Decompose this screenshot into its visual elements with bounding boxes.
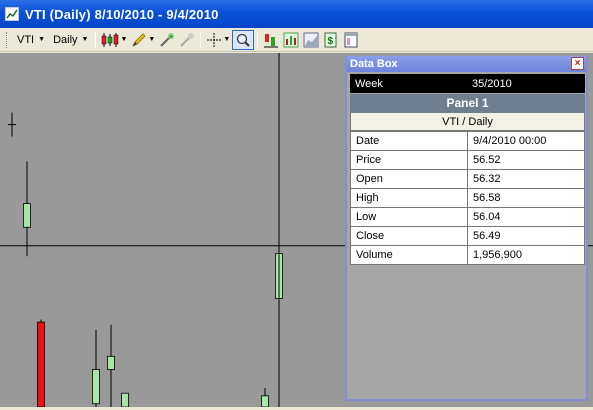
panel-layout-button[interactable] — [341, 30, 361, 50]
toolbar: VTI ▼ Daily ▼ ▼ ▼ + ▼ $ — [0, 28, 593, 52]
panel-layout-icon — [344, 32, 358, 47]
symbol-dropdown[interactable]: VTI ▼ — [13, 30, 49, 50]
field-value: 56.32 — [467, 169, 585, 189]
zoom-button[interactable] — [232, 29, 255, 50]
compare-button[interactable] — [261, 30, 281, 50]
candlestick-icon — [102, 32, 119, 47]
toolbar-separator — [95, 31, 97, 48]
field-label: Price — [350, 150, 468, 170]
table-row: Date 9/4/2010 00:00 — [350, 131, 585, 151]
week-label: Week — [355, 77, 383, 90]
panel-header: Panel 1 — [350, 94, 585, 113]
add-indicator-icon: + — [160, 32, 175, 47]
table-row: Close 56.49 — [350, 226, 585, 246]
chevron-down-icon: ▼ — [38, 36, 46, 43]
field-value: 56.04 — [467, 207, 585, 227]
table-row: Price 56.52 — [350, 150, 585, 170]
draw-tool-button[interactable]: ▼ — [129, 30, 157, 50]
chevron-down-icon: ▼ — [120, 36, 128, 43]
data-box-panel: Data Box × Week 35/2010 Panel 1 VTI / Da… — [345, 56, 588, 401]
table-row: Open 56.32 — [350, 169, 585, 189]
remove-indicator-button[interactable] — [177, 30, 197, 50]
chart-style-button[interactable]: ▼ — [99, 30, 129, 50]
toolbar-separator — [257, 31, 259, 48]
interval-dropdown[interactable]: Daily ▼ — [49, 30, 92, 50]
toolbar-grip[interactable] — [6, 31, 9, 48]
candle-body — [121, 392, 129, 408]
field-value: 1,956,900 — [467, 245, 585, 265]
remove-indicator-icon — [180, 32, 195, 47]
field-value: 56.52 — [467, 150, 585, 170]
svg-text:$: $ — [328, 36, 334, 47]
crosshair-icon — [207, 32, 222, 47]
area-chart-icon — [303, 32, 319, 47]
field-value: 56.49 — [467, 226, 585, 246]
field-label: Open — [350, 169, 468, 189]
candle-body — [23, 203, 31, 228]
chevron-down-icon: ▼ — [223, 36, 231, 43]
table-row: Low 56.04 — [350, 207, 585, 227]
table-row: Volume 1,956,900 — [350, 245, 585, 265]
data-box-content: Week 35/2010 Panel 1 VTI / Daily Date 9/4… — [350, 74, 585, 265]
field-value: 9/4/2010 00:00 — [467, 131, 585, 151]
title-bar: VTI (Daily) 8/10/2010 - 9/4/2010 — [0, 0, 593, 28]
field-label: Date — [350, 131, 468, 151]
candle-body — [261, 395, 269, 408]
chevron-down-icon: ▼ — [81, 36, 89, 43]
candle-body — [92, 369, 100, 405]
compare-icon — [264, 33, 279, 47]
add-indicator-button[interactable]: + — [157, 30, 177, 50]
zoom-icon — [237, 33, 250, 47]
bar-chart-button[interactable] — [281, 30, 301, 50]
data-box-title: Data Box — [350, 58, 398, 70]
data-box-titlebar[interactable]: Data Box × — [347, 56, 586, 72]
table-row: High 56.58 — [350, 188, 585, 208]
field-label: Volume — [350, 245, 468, 265]
symbol-header: VTI / Daily — [350, 113, 585, 131]
chevron-down-icon: ▼ — [148, 36, 156, 43]
field-value: 56.58 — [467, 188, 585, 208]
symbol-label: VTI — [17, 33, 35, 46]
field-label: Low — [350, 207, 468, 227]
bar-chart-icon — [283, 32, 299, 47]
data-box-table: Date 9/4/2010 00:00 Price 56.52 Open 56.32 … — [350, 131, 585, 265]
svg-text:+: + — [169, 34, 173, 41]
week-value: 35/2010 — [472, 77, 512, 90]
pencil-icon — [132, 32, 146, 47]
window-title: VTI (Daily) 8/10/2010 - 9/4/2010 — [25, 6, 219, 22]
interval-label: Daily — [53, 33, 78, 46]
toolbar-separator — [200, 31, 202, 48]
week-row: Week 35/2010 — [350, 74, 585, 93]
candle-body — [37, 321, 45, 408]
dollar-button[interactable]: $ — [321, 30, 341, 50]
field-label: Close — [350, 226, 468, 246]
field-label: High — [350, 188, 468, 208]
candle-body — [107, 355, 115, 370]
area-chart-button[interactable] — [301, 30, 321, 50]
crosshair-button[interactable]: ▼ — [204, 30, 232, 50]
dollar-icon: $ — [324, 32, 337, 47]
close-icon[interactable]: × — [571, 57, 584, 70]
chart-icon — [5, 7, 19, 21]
